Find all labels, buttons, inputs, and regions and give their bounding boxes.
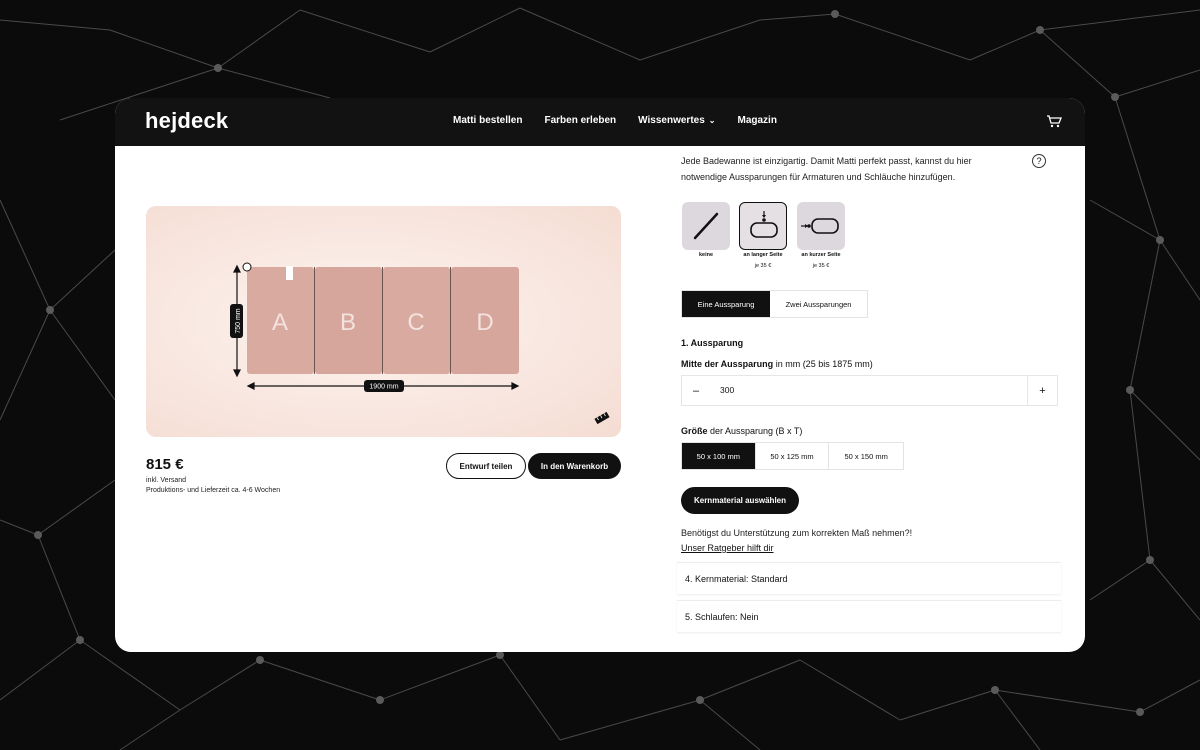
option-none[interactable] — [682, 202, 730, 250]
add-to-cart-button[interactable]: In den Warenkorb — [528, 453, 621, 479]
price: 815 € — [146, 456, 184, 473]
position-input[interactable]: 300 — [720, 385, 734, 395]
nav-farben-erleben[interactable]: Farben erleben — [544, 115, 616, 126]
cutout-marker — [286, 266, 293, 280]
nav-label: Farben erleben — [544, 115, 617, 126]
option-label: an langer Seite — [743, 252, 783, 258]
option-label: keine — [698, 252, 714, 258]
cutout-count-tabs: Eine Aussparung Zwei Aussparungen — [681, 290, 868, 318]
height-label: 750 mm — [235, 308, 242, 333]
shipping-note: inkl. Versand — [146, 477, 187, 484]
size-options: 50 x 100 mm 50 x 125 mm 50 x 150 mm — [681, 442, 904, 470]
option-long-side[interactable] — [739, 202, 787, 250]
app-window: hejdeck Matti bestellen Farben erleben W… — [115, 98, 1085, 652]
tub-long-side-icon — [750, 211, 778, 238]
nav-label: Wissenwertes — [638, 115, 705, 126]
guide-link[interactable]: Unser Ratgeber hilft dir — [681, 543, 774, 553]
option-price: je 35 € — [754, 263, 772, 269]
accordion-core-material[interactable]: 4. Kernmaterial: Standard — [677, 562, 1061, 594]
help-icon[interactable]: ? — [1032, 154, 1046, 168]
size-label: Größe der Aussparung (B x T) — [681, 426, 802, 436]
top-navigation: hejdeck Matti bestellen Farben erleben W… — [115, 98, 1085, 146]
cutout-intro-text: Jede Badewanne ist einzigartig. Damit Ma… — [681, 156, 972, 182]
panel-letter: C — [407, 309, 424, 336]
size-option[interactable]: 50 x 100 mm — [682, 443, 756, 469]
size-label-bold: Größe — [681, 426, 708, 436]
tab-one-cutout[interactable]: Eine Aussparung — [682, 291, 771, 317]
panel-letter: B — [340, 309, 356, 336]
nav-label: Matti bestellen — [453, 115, 523, 126]
option-price: je 35 € — [812, 263, 830, 269]
nav-matti-bestellen[interactable]: Matti bestellen — [453, 115, 522, 126]
increment-button[interactable]: + — [1027, 376, 1057, 405]
select-core-material-button[interactable]: Kernmaterial auswählen — [681, 487, 799, 514]
option-label: an kurzer Seite — [801, 252, 841, 258]
chevron-down-icon: ⌄ — [708, 116, 716, 125]
size-option[interactable]: 50 x 125 mm — [755, 443, 830, 469]
nav-wissenwertes[interactable]: Wissenwertes ⌄ — [638, 115, 715, 126]
option-short-side[interactable] — [797, 202, 845, 250]
position-label: Mitte der Aussparung in mm (25 bis 1875 … — [681, 359, 873, 369]
position-label-rest: in mm (25 bis 1875 mm) — [773, 359, 873, 369]
panel-letter: D — [476, 309, 493, 336]
main-nav: Matti bestellen Farben erleben Wissenwer… — [453, 115, 777, 126]
position-stepper: – 300 + — [681, 375, 1058, 406]
nav-label: Magazin — [737, 115, 777, 126]
size-option[interactable]: 50 x 150 mm — [829, 443, 903, 469]
ruler-icon — [594, 411, 610, 425]
slash-icon — [693, 212, 719, 240]
support-text: Benötigst du Unterstützung zum korrekten… — [681, 528, 913, 538]
width-label: 1900 mm — [369, 384, 398, 391]
size-label-rest: der Aussparung (B x T) — [707, 426, 803, 436]
cart-icon[interactable] — [1045, 112, 1063, 130]
tub-short-side-icon — [801, 218, 839, 234]
nav-magazin[interactable]: Magazin — [737, 115, 776, 126]
pivot-icon — [242, 262, 252, 272]
panel-letter: A — [272, 309, 288, 336]
decrement-button[interactable]: – — [682, 376, 710, 405]
lead-time: Produktions- und Lieferzeit ca. 4-6 Woch… — [146, 487, 281, 494]
section-title: 1. Aussparung — [681, 338, 744, 348]
mat-preview-graphic: A B C D 750 mm 1900 mm — [230, 262, 610, 425]
tab-two-cutouts[interactable]: Zwei Aussparungen — [770, 291, 867, 317]
logo[interactable]: hejdeck — [145, 108, 228, 134]
mat-preview: A B C D 750 mm 1900 mm — [146, 206, 621, 437]
share-design-button[interactable]: Entwurf teilen — [446, 453, 526, 479]
accordion-loops[interactable]: 5. Schlaufen: Nein — [677, 600, 1061, 632]
position-label-bold: Mitte der Aussparung — [681, 359, 774, 369]
